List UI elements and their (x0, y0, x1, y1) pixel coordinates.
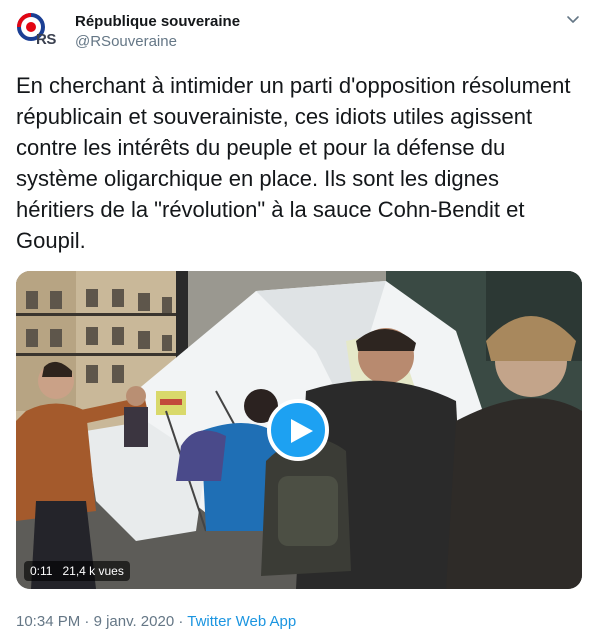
user-handle[interactable]: @RSouveraine (75, 33, 177, 50)
separator: · (174, 613, 188, 630)
tweet-card: RS République souveraine @RSouveraine En… (0, 0, 597, 634)
play-button[interactable] (267, 399, 329, 461)
display-name[interactable]: République souveraine (75, 13, 240, 30)
avatar[interactable]: RS (15, 8, 63, 56)
video-player[interactable]: 0:11 21,4 k vues (16, 271, 582, 589)
tweet-date[interactable]: 9 janv. 2020 (94, 613, 175, 630)
video-duration: 0:11 (30, 564, 53, 578)
tweet-time[interactable]: 10:34 PM (16, 613, 80, 630)
play-icon (291, 419, 313, 443)
video-info-badge: 0:11 21,4 k vues (24, 561, 130, 581)
avatar-text: RS (36, 31, 56, 48)
tweet-text: En cherchant à intimider un parti d'oppo… (16, 73, 577, 253)
tweet-metadata: 10:34 PM · 9 janv. 2020 · Twitter Web Ap… (16, 613, 296, 630)
separator: · (80, 613, 94, 630)
source-app-link[interactable]: Twitter Web App (187, 613, 296, 630)
video-view-count: 21,4 k vues (62, 564, 124, 578)
chevron-down-icon[interactable] (565, 11, 581, 27)
